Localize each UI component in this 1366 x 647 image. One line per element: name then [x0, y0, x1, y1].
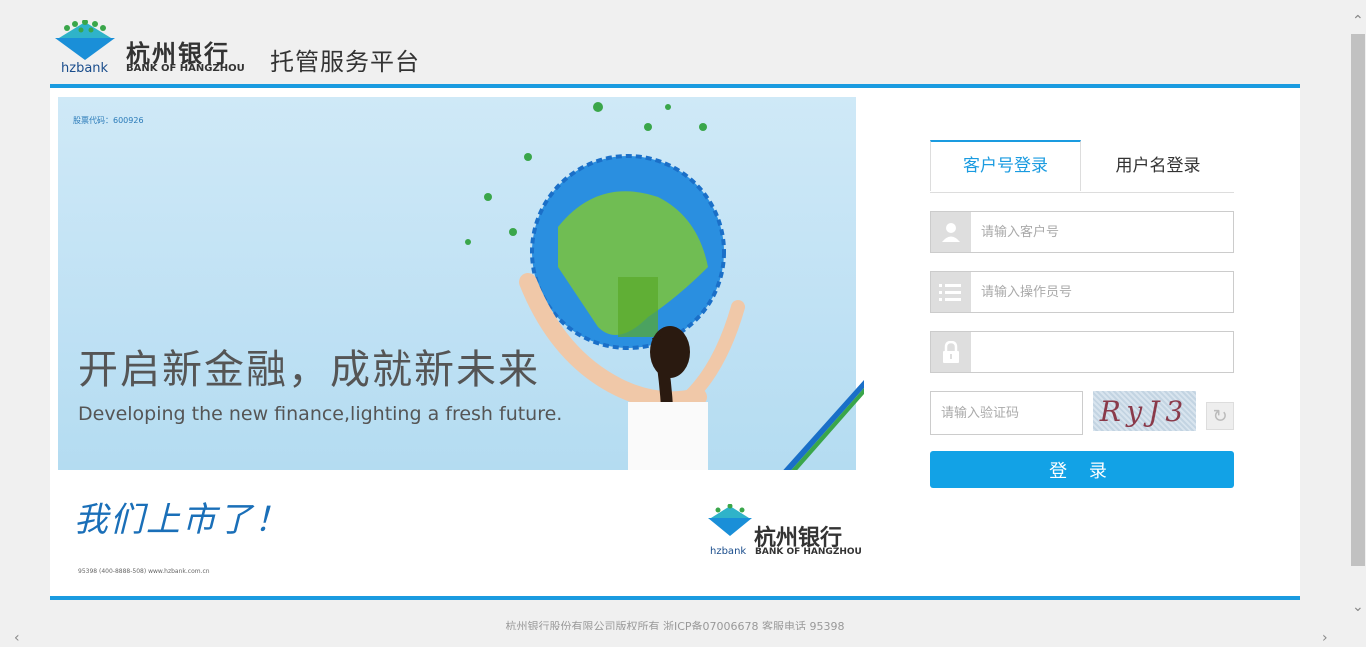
refresh-captcha-icon[interactable]: ↻	[1206, 402, 1234, 430]
bank-logo-small-icon	[708, 504, 752, 536]
password-input[interactable]	[981, 332, 1221, 372]
user-icon	[931, 212, 971, 252]
tab-customer-login[interactable]: 客户号登录	[930, 140, 1081, 191]
scroll-up-icon[interactable]: ⌃	[1352, 14, 1364, 28]
banner-contact: 95398 (400-8888-508) www.hzbank.com.cn	[78, 568, 210, 575]
scroll-left-icon[interactable]: ‹	[14, 631, 20, 645]
lock-icon	[931, 332, 971, 372]
vertical-scrollbar-thumb[interactable]	[1351, 34, 1365, 566]
promo-banner: 股票代码：600926 开启新金融，成就新未来 Developing the n…	[58, 97, 856, 470]
bank-short-name: hzbank	[61, 61, 109, 76]
horizontal-scrollbar[interactable]	[0, 630, 1350, 647]
slogan-cn: 开启新金融，成就新未来	[78, 347, 540, 393]
page-header: 杭州银行 BANK OF HANGZHOU hzbank 托管服务平台	[0, 0, 1350, 86]
banner-bank-short-name: hzbank	[710, 546, 747, 557]
platform-title: 托管服务平台	[270, 48, 420, 76]
captcha-input[interactable]	[941, 392, 1076, 434]
captcha-image[interactable]: RyJ3	[1093, 391, 1196, 431]
login-button[interactable]: 登 录	[930, 451, 1234, 488]
password-field	[930, 331, 1234, 373]
slogan-en: Developing the new finance,lighting a fr…	[78, 403, 563, 425]
scroll-right-icon[interactable]: ›	[1322, 631, 1328, 645]
bottom-divider	[50, 596, 1300, 600]
customer-no-field	[930, 211, 1234, 253]
listing-slogan: 我们上市了！	[74, 500, 290, 540]
operator-no-field	[930, 271, 1234, 313]
banner-footer: 我们上市了！ 95398 (400-8888-508) www.hzbank.c…	[58, 470, 864, 582]
captcha-field	[930, 391, 1083, 435]
banner-bank-name-en: BANK OF HANGZHOU	[755, 547, 862, 557]
operator-no-input[interactable]	[981, 272, 1221, 312]
customer-no-input[interactable]	[981, 212, 1221, 252]
banner-stripe	[778, 380, 864, 476]
scroll-down-icon[interactable]: ⌄	[1352, 600, 1364, 614]
bank-name-en: BANK OF HANGZHOU	[126, 63, 245, 74]
list-icon	[931, 272, 971, 312]
login-tabs: 客户号登录 用户名登录	[930, 140, 1234, 193]
tab-username-login[interactable]: 用户名登录	[1082, 140, 1234, 192]
